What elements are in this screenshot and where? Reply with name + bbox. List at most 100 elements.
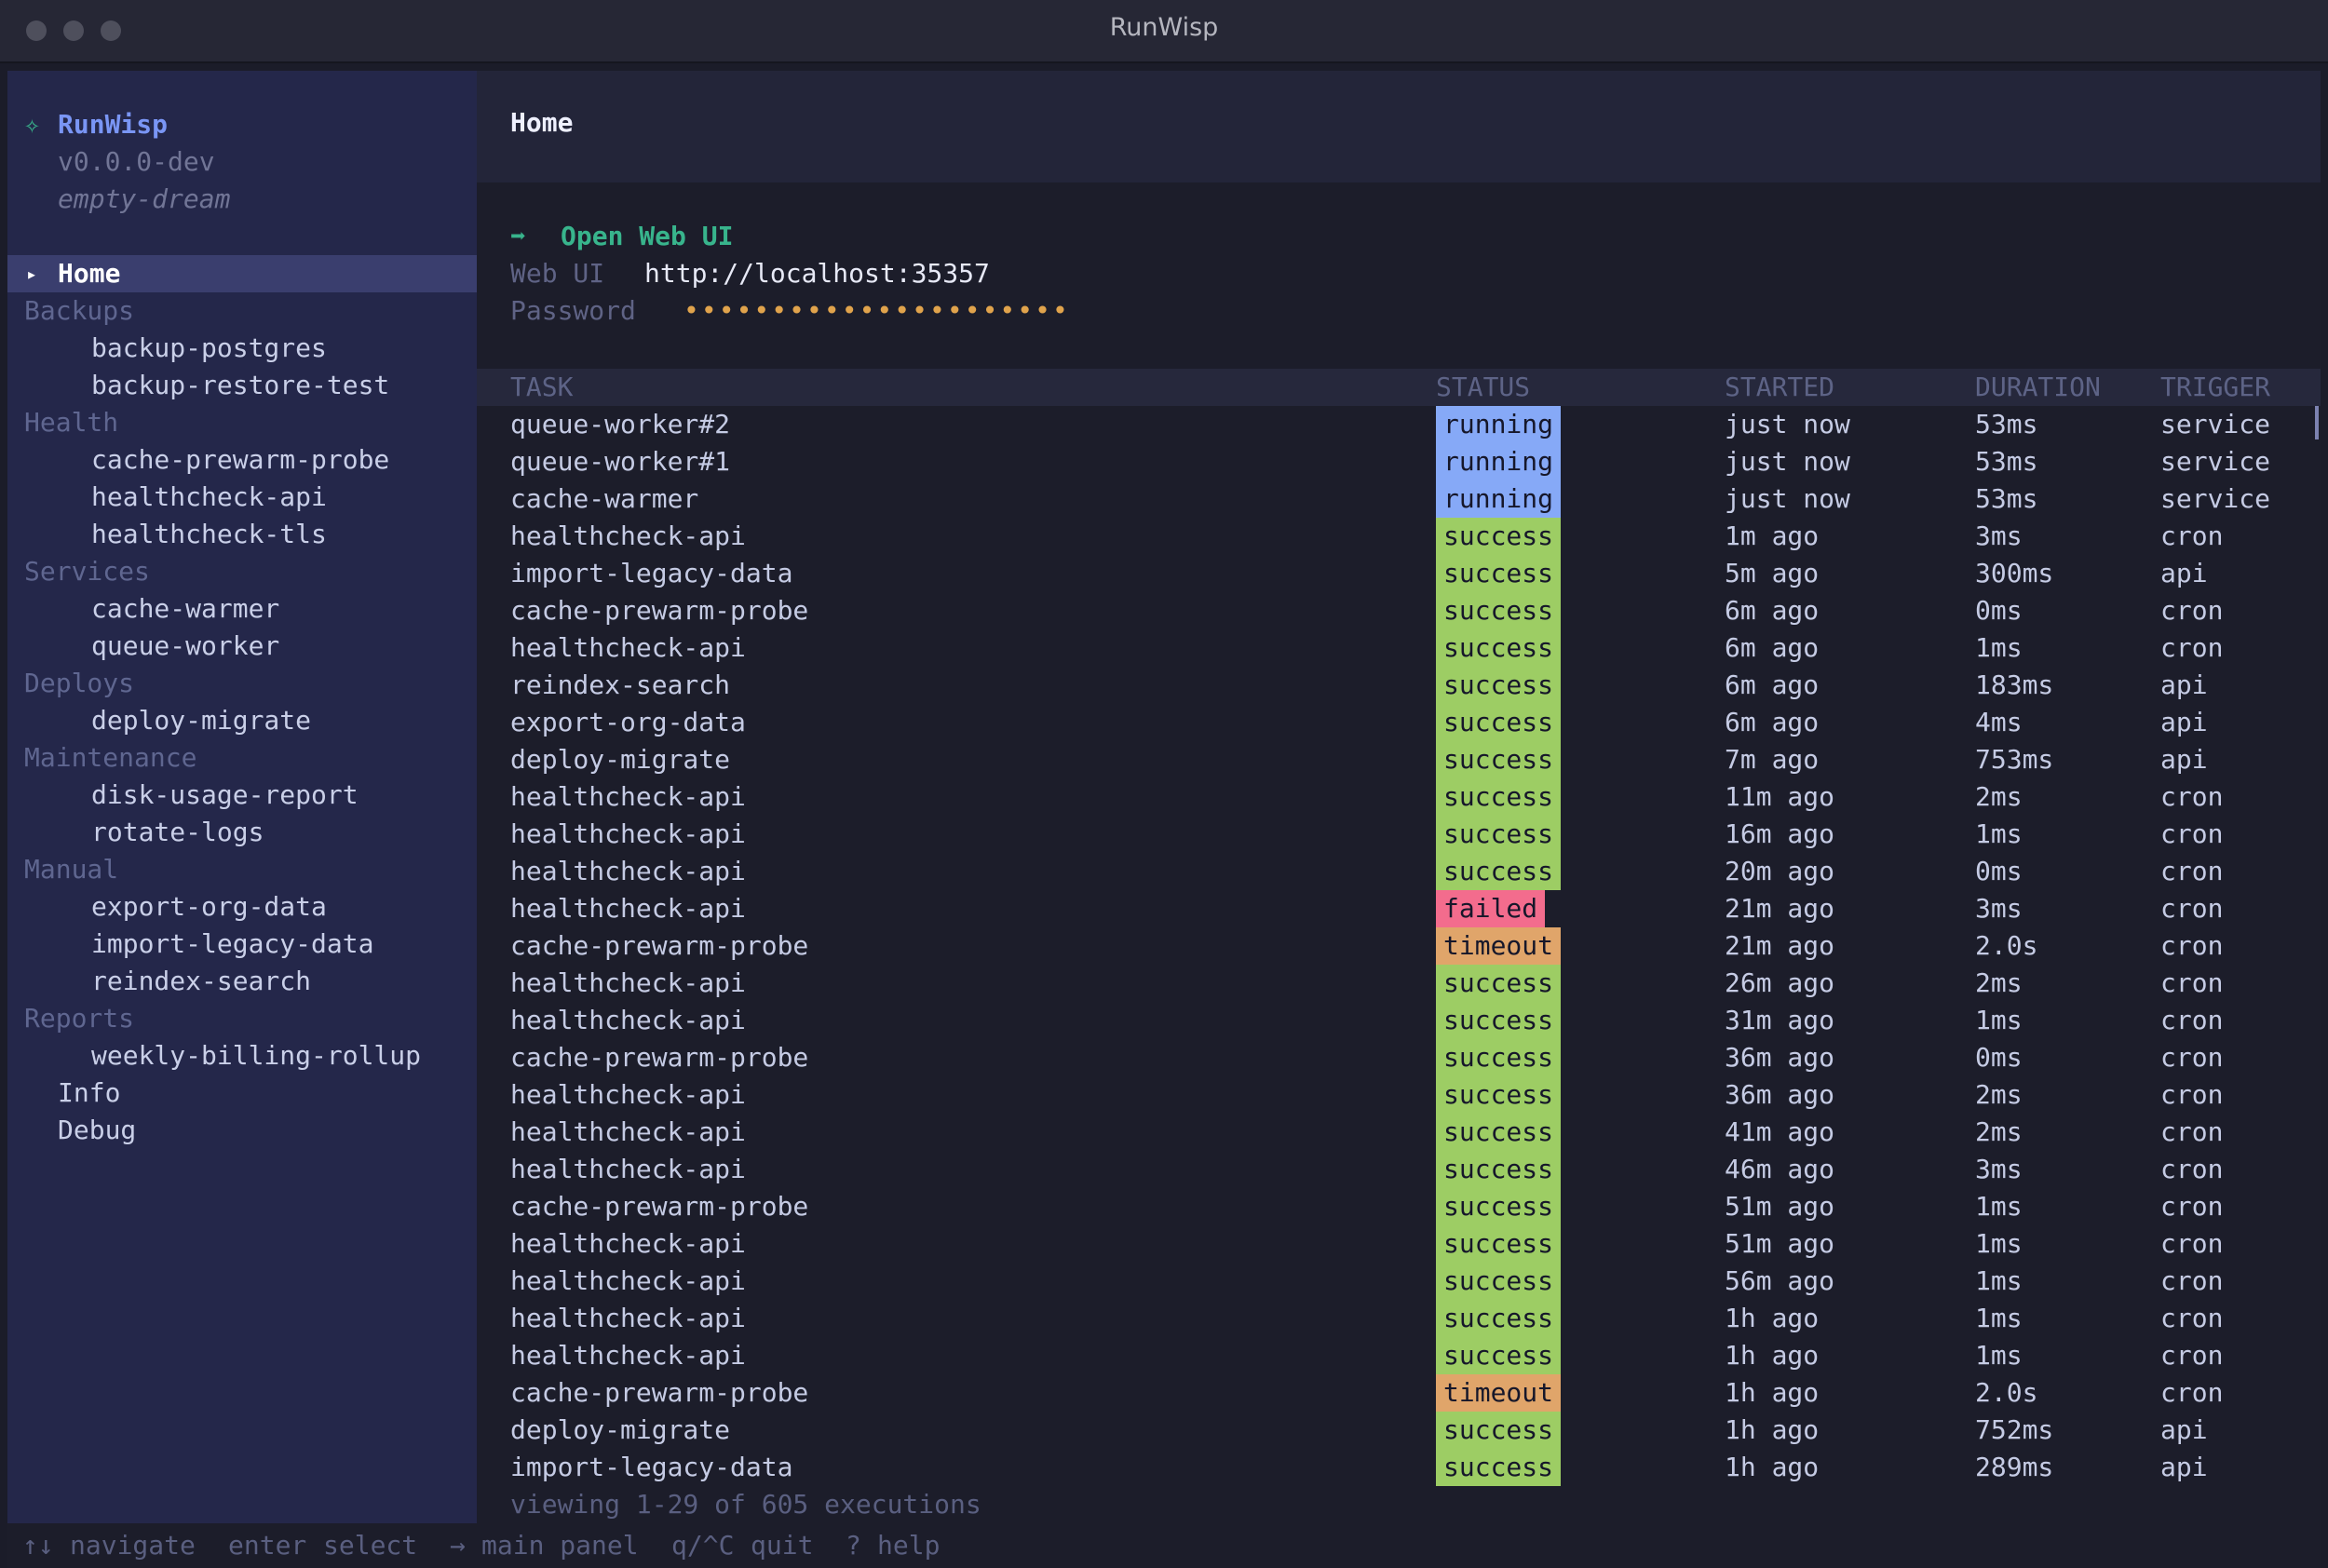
status-badge: success <box>1436 1300 1562 1337</box>
column-header-status: STATUS <box>1436 372 1531 402</box>
trigger-cell: cron <box>2160 1265 2224 1296</box>
table-row[interactable]: cache-prewarm-probe 36m ago 0ms cron success <box>477 1039 2321 1076</box>
table-row[interactable]: healthcheck-api 56m ago 1ms cron success <box>477 1263 2321 1300</box>
status-badge: success <box>1436 816 1562 853</box>
sidebar-item-import-legacy-data[interactable]: import-legacy-data <box>91 926 373 963</box>
duration-cell: 752ms <box>1975 1414 2054 1445</box>
task-cell: healthcheck-api <box>510 1340 746 1371</box>
duration-cell: 2ms <box>1975 781 2023 812</box>
task-cell: healthcheck-api <box>510 1303 746 1333</box>
open-web-ui-link[interactable]: Open Web UI <box>561 218 733 255</box>
table-row[interactable]: deploy-migrate 7m ago 753ms api success <box>477 741 2321 778</box>
trigger-cell: api <box>2160 669 2208 700</box>
started-cell: 6m ago <box>1725 632 1820 663</box>
started-cell: 1h ago <box>1725 1452 1820 1482</box>
status-badge: success <box>1436 1076 1562 1114</box>
table-row[interactable]: export-org-data 6m ago 4ms api success <box>477 704 2321 741</box>
table-row[interactable]: healthcheck-api 21m ago 3ms cron failed <box>477 890 2321 927</box>
table-row[interactable]: queue-worker#2 just now 53ms service running <box>477 406 2321 443</box>
help-action: help <box>877 1530 941 1561</box>
table-row[interactable]: cache-warmer just now 53ms service running <box>477 480 2321 518</box>
table-row[interactable]: healthcheck-api 11m ago 2ms cron success <box>477 778 2321 816</box>
sidebar-item-info[interactable]: Info <box>58 1075 120 1112</box>
started-cell: 6m ago <box>1725 595 1820 626</box>
table-row[interactable]: cache-prewarm-probe 6m ago 0ms cron success <box>477 592 2321 629</box>
duration-cell: 1ms <box>1975 1005 2023 1035</box>
trigger-cell: cron <box>2160 595 2224 626</box>
status-badge: running <box>1436 480 1562 518</box>
status-badge: success <box>1436 1225 1562 1263</box>
sidebar-item-reindex-search[interactable]: reindex-search <box>91 963 311 1000</box>
sidebar-item-weekly-billing-rollup[interactable]: weekly-billing-rollup <box>91 1037 421 1075</box>
sidebar-item-deploy-migrate[interactable]: deploy-migrate <box>91 702 311 739</box>
duration-cell: 0ms <box>1975 1042 2023 1073</box>
table-row[interactable]: healthcheck-api 41m ago 2ms cron success <box>477 1114 2321 1151</box>
duration-cell: 753ms <box>1975 744 2054 775</box>
column-header-task: TASK <box>510 372 574 402</box>
password-value: •••••••••••••••••••••• <box>684 295 1070 326</box>
trigger-cell: api <box>2160 1452 2208 1482</box>
duration-cell: 2.0s <box>1975 1377 2038 1408</box>
table-row[interactable]: reindex-search 6m ago 183ms api success <box>477 667 2321 704</box>
task-cell: queue-worker#1 <box>510 446 731 477</box>
table-row[interactable]: cache-prewarm-probe 1h ago 2.0s cron timeout <box>477 1374 2321 1412</box>
table-row[interactable]: healthcheck-api 31m ago 1ms cron success <box>477 1002 2321 1039</box>
sidebar-group-health: Health <box>24 407 119 438</box>
table-row[interactable]: import-legacy-data 5m ago 300ms api success <box>477 555 2321 592</box>
sidebar-item-export-org-data[interactable]: export-org-data <box>91 888 327 926</box>
table-row[interactable]: import-legacy-data 1h ago 289ms api success <box>477 1449 2321 1486</box>
status-badge: success <box>1436 741 1562 778</box>
table-row[interactable]: healthcheck-api 36m ago 2ms cron success <box>477 1076 2321 1114</box>
duration-cell: 4ms <box>1975 707 2023 737</box>
table-row[interactable]: deploy-migrate 1h ago 752ms api success <box>477 1412 2321 1449</box>
started-cell: 21m ago <box>1725 930 1835 961</box>
table-row[interactable]: healthcheck-api 6m ago 1ms cron success <box>477 629 2321 667</box>
duration-cell: 1ms <box>1975 1265 2023 1296</box>
table-row[interactable]: cache-prewarm-probe 21m ago 2.0s cron timeou… <box>477 927 2321 965</box>
table-row[interactable]: queue-worker#1 just now 53ms service running <box>477 443 2321 480</box>
sidebar-item-cache-warmer[interactable]: cache-warmer <box>91 590 279 628</box>
table-row[interactable]: healthcheck-api 46m ago 3ms cron success <box>477 1151 2321 1188</box>
sidebar-item-healthcheck-tls[interactable]: healthcheck-tls <box>91 516 327 553</box>
sidebar-item-backup-postgres[interactable]: backup-postgres <box>91 330 327 367</box>
started-cell: 51m ago <box>1725 1191 1835 1222</box>
task-cell: healthcheck-api <box>510 1154 746 1184</box>
sidebar-item-disk-usage-report[interactable]: disk-usage-report <box>91 777 359 814</box>
started-cell: 51m ago <box>1725 1228 1835 1259</box>
duration-cell: 2ms <box>1975 967 2023 998</box>
table-row[interactable]: cache-prewarm-probe 51m ago 1ms cron success <box>477 1188 2321 1225</box>
task-cell: healthcheck-api <box>510 632 746 663</box>
table-row[interactable]: healthcheck-api 20m ago 0ms cron success <box>477 853 2321 890</box>
main-panel: Home ➡ Open Web UI Web UI http://localho… <box>477 71 2321 1523</box>
terminal-frame: ✧ RunWisp v0.0.0-dev empty-dream ▸ Home … <box>7 71 2321 1568</box>
table-row[interactable]: healthcheck-api 26m ago 2ms cron success <box>477 965 2321 1002</box>
table-row[interactable]: healthcheck-api 16m ago 1ms cron success <box>477 816 2321 853</box>
sidebar-item-backup-restore-test[interactable]: backup-restore-test <box>91 367 389 404</box>
started-cell: 1h ago <box>1725 1303 1820 1333</box>
sidebar-item-cache-prewarm-probe[interactable]: cache-prewarm-probe <box>91 441 389 479</box>
web-ui-url[interactable]: http://localhost:35357 <box>644 255 990 292</box>
task-cell: deploy-migrate <box>510 744 731 775</box>
sidebar-item-rotate-logs[interactable]: rotate-logs <box>91 814 264 851</box>
status-badge: success <box>1436 555 1562 592</box>
sidebar-item-debug[interactable]: Debug <box>58 1112 136 1149</box>
web-ui-label: Web UI <box>510 258 605 289</box>
table-row[interactable]: healthcheck-api 1h ago 1ms cron success <box>477 1337 2321 1374</box>
duration-cell: 0ms <box>1975 595 2023 626</box>
duration-cell: 1ms <box>1975 818 2023 849</box>
table-row[interactable]: healthcheck-api 1h ago 1ms cron success <box>477 1300 2321 1337</box>
trigger-cell: api <box>2160 744 2208 775</box>
table-row[interactable]: healthcheck-api 51m ago 1ms cron success <box>477 1225 2321 1263</box>
table-row[interactable]: healthcheck-api 1m ago 3ms cron success <box>477 518 2321 555</box>
column-header-started: STARTED <box>1725 372 1835 402</box>
window-title: RunWisp <box>1109 13 1219 42</box>
status-badge: success <box>1436 629 1562 667</box>
sidebar-group-backups: Backups <box>24 295 135 326</box>
started-cell: 1h ago <box>1725 1377 1820 1408</box>
sidebar-item-queue-worker[interactable]: queue-worker <box>91 628 279 665</box>
sidebar-item-healthcheck-api[interactable]: healthcheck-api <box>91 479 327 516</box>
task-cell: cache-prewarm-probe <box>510 1042 809 1073</box>
sidebar-group-deploys: Deploys <box>24 668 135 698</box>
trigger-cell: cron <box>2160 967 2224 998</box>
trigger-cell: cron <box>2160 1303 2224 1333</box>
